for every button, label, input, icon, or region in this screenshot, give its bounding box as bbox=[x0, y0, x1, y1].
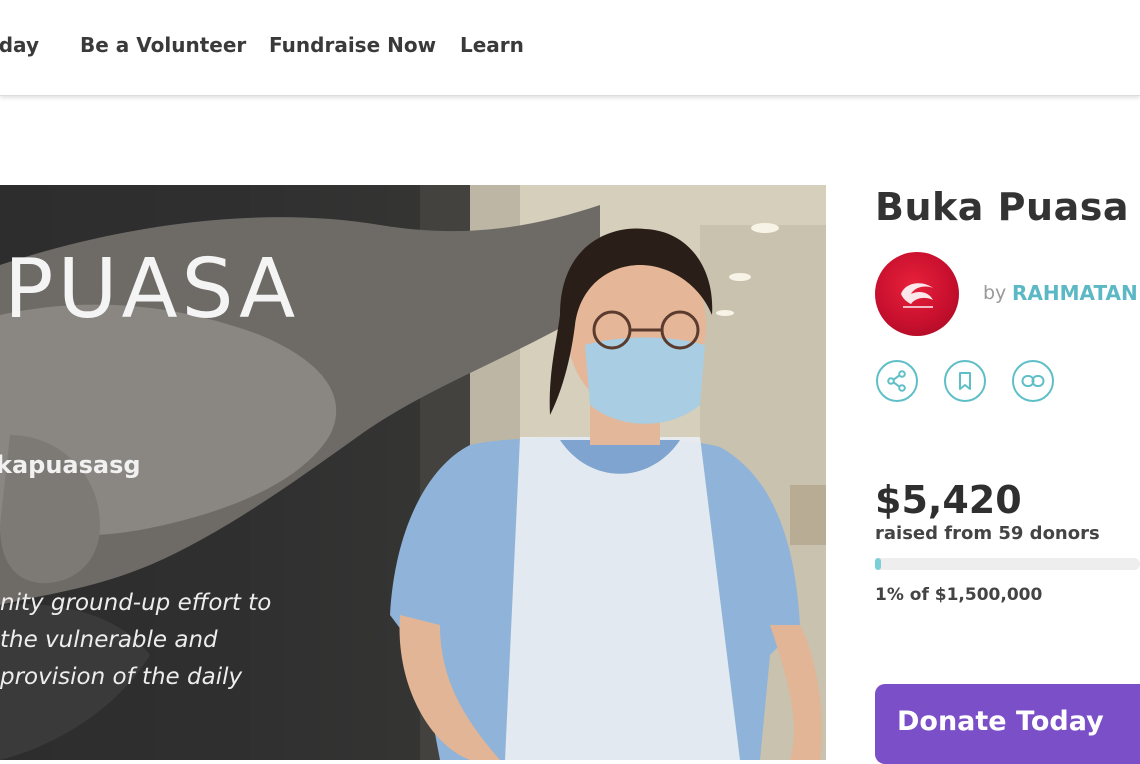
hero-copy-line: provision of the daily bbox=[0, 664, 243, 690]
hero-hashtag: kapuasasg bbox=[0, 451, 141, 479]
share-icon bbox=[887, 370, 906, 392]
donate-today-button[interactable]: Donate Today bbox=[875, 684, 1140, 764]
organizer-logo-icon bbox=[901, 283, 933, 308]
hero-title-text: PUASA bbox=[4, 242, 300, 337]
organizer-avatar[interactable] bbox=[875, 252, 959, 336]
organizer-by-label: by bbox=[983, 282, 1007, 304]
share-button[interactable] bbox=[876, 360, 918, 402]
nav-link-fundraise[interactable]: Fundraise Now bbox=[269, 33, 436, 57]
bookmark-icon bbox=[959, 372, 971, 390]
link-icon bbox=[1021, 375, 1045, 387]
campaign-title: Buka Puasa F bbox=[875, 185, 1140, 229]
raised-amount: $5,420 bbox=[875, 478, 1022, 522]
organizer-name-link[interactable]: RAHMATAN bbox=[1012, 281, 1138, 305]
campaign-hero-image: PUASA kapuasasg nity ground-up effort to… bbox=[0, 185, 826, 760]
goal-percent-text: 1% of $1,500,000 bbox=[875, 585, 1043, 605]
hero-copy-line: nity ground-up effort to bbox=[0, 590, 272, 616]
nav-link-volunteer[interactable]: Be a Volunteer bbox=[80, 33, 246, 57]
copy-link-button[interactable] bbox=[1012, 360, 1054, 402]
donor-count-text: raised from 59 donors bbox=[875, 523, 1100, 544]
hero-copy-line: the vulnerable and bbox=[0, 627, 218, 653]
funding-progress-fill bbox=[875, 558, 881, 570]
bookmark-button[interactable] bbox=[944, 360, 986, 402]
nav-link-learn[interactable]: Learn bbox=[460, 33, 524, 57]
nav-link-donate-today[interactable]: oday bbox=[0, 33, 39, 57]
hero-description: nity ground-up effort to the vulnerable … bbox=[0, 585, 320, 696]
top-navigation: oday Be a Volunteer Fundraise Now Learn bbox=[0, 0, 1140, 96]
funding-progress-bar bbox=[875, 558, 1140, 570]
